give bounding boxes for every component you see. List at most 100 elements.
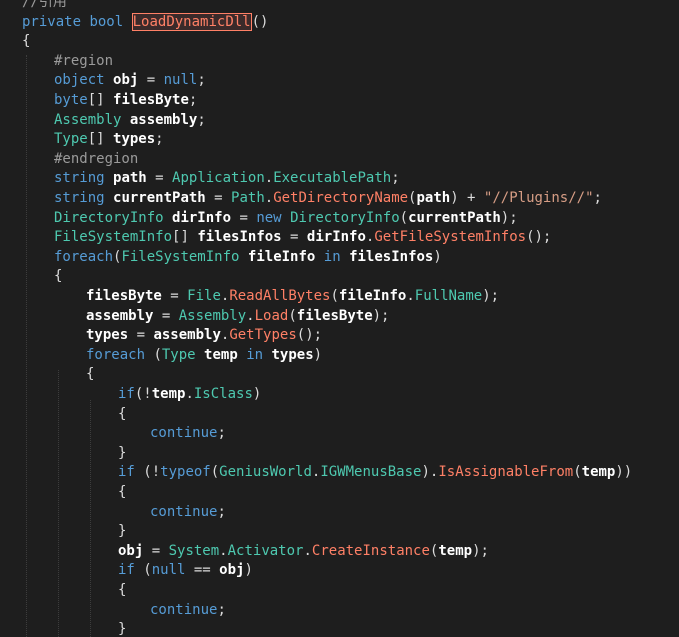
code-token: ). (421, 464, 439, 481)
code-token: filesByte (86, 288, 162, 304)
code-token: ExecutablePath (273, 170, 392, 187)
code-token: types (86, 327, 129, 344)
code-line: } (118, 444, 126, 464)
code-token: Type (161, 346, 196, 363)
code-token: object (54, 72, 105, 89)
code-token: [] (87, 92, 114, 108)
code-token: (! (134, 386, 152, 402)
code-token: . (185, 386, 194, 402)
code-token: IGWMenusBase (320, 464, 422, 481)
code-token: string (54, 170, 105, 187)
code-token: ; (217, 601, 226, 618)
code-token: private (22, 13, 82, 30)
code-token: = (128, 327, 154, 344)
code-token: obj (113, 72, 139, 89)
code-line: foreach(FileSystemInfo fileInfo in files… (54, 248, 442, 268)
code-line: filesByte = File.ReadAllBytes(fileInfo.F… (86, 287, 499, 307)
code-token: = (138, 72, 164, 89)
code-token: . (264, 190, 274, 206)
code-token: (); (526, 229, 552, 246)
code-line: { (118, 581, 126, 601)
code-token: obj (118, 542, 144, 559)
code-token: "//Plugins//" (483, 190, 594, 206)
code-token: IsAssignableFrom (438, 464, 574, 481)
code-line: DirectoryInfo dirInfo = new DirectoryInf… (54, 209, 518, 229)
code-line: continue; (150, 424, 226, 444)
code-token: byte (54, 92, 88, 108)
code-token: ; (155, 131, 164, 148)
code-token: if (118, 562, 135, 579)
code-token: types (271, 346, 314, 363)
code-token: ( (399, 209, 409, 226)
code-token: fileInfo (338, 288, 407, 304)
code-token: { (118, 484, 127, 500)
code-token: GetFileSystemInfos (374, 229, 527, 246)
code-token: ) (252, 386, 262, 402)
code-token: FileSystemInfo (121, 248, 240, 265)
code-line: { (22, 32, 30, 52)
code-token: = (153, 307, 179, 324)
code-token: = (146, 170, 173, 187)
code-line: string currentPath = Path.GetDirectoryNa… (54, 189, 602, 209)
code-token: Type (54, 131, 88, 148)
code-line: if (null == obj) (118, 561, 253, 581)
code-token: ; (217, 503, 226, 520)
code-token: { (86, 366, 95, 383)
code-line: { (118, 405, 126, 425)
code-token: temp (581, 464, 616, 481)
code-token: ); (482, 288, 500, 304)
code-token: { (118, 582, 127, 598)
code-token: #endregion (54, 150, 139, 167)
code-token: (! (134, 464, 161, 481)
code-line: continue; (150, 503, 226, 523)
code-token: in (323, 248, 341, 265)
code-token: ); (472, 542, 489, 559)
code-line: assembly = Assembly.Load(filesByte); (86, 307, 389, 327)
indent-guide (58, 370, 59, 637)
code-token: System (168, 542, 220, 559)
code-token: File (187, 288, 221, 304)
code-token: temp (151, 386, 186, 402)
code-token: null (151, 562, 186, 579)
code-line: if (!typeof(GeniusWorld.IGWMenusBase).Is… (118, 463, 632, 483)
code-line: //引用 (22, 0, 67, 13)
code-token: = (205, 190, 232, 206)
code-token: path (416, 190, 451, 206)
code-token: Activator (227, 542, 304, 559)
code-token: Path (231, 190, 265, 206)
code-line: private bool LoadDynamicDll() (22, 12, 268, 33)
code-token: Application (172, 170, 265, 187)
code-token: continue (150, 601, 218, 618)
code-token: ; (197, 72, 206, 89)
code-token: if (118, 464, 135, 481)
code-token: in (246, 346, 264, 363)
code-token: ); (500, 209, 518, 226)
code-token: ( (210, 464, 220, 481)
code-line: { (118, 483, 126, 503)
code-token: { (54, 268, 63, 285)
code-token: filesInfos (349, 248, 434, 265)
code-line: FileSystemInfo[] filesInfos = dirInfo.Ge… (54, 228, 551, 248)
code-token: if (118, 386, 135, 402)
code-line: { (54, 267, 62, 287)
code-token: ) (433, 248, 442, 265)
code-line: Assembly assembly; (54, 111, 206, 131)
code-line: #endregion (54, 150, 138, 170)
code-token: IsClass (193, 386, 253, 402)
code-token: assembly (86, 307, 154, 324)
code-line: continue; (150, 601, 226, 621)
code-token: CreateInstance (311, 542, 430, 559)
code-line: if(!temp.IsClass) (118, 385, 261, 405)
code-token: . (219, 542, 228, 559)
code-token: == (185, 562, 220, 579)
code-token: foreach (54, 248, 114, 265)
code-token: Assembly (54, 111, 122, 128)
code-editor[interactable]: //引用 private bool LoadDynamicDll(){#regio… (0, 0, 679, 637)
